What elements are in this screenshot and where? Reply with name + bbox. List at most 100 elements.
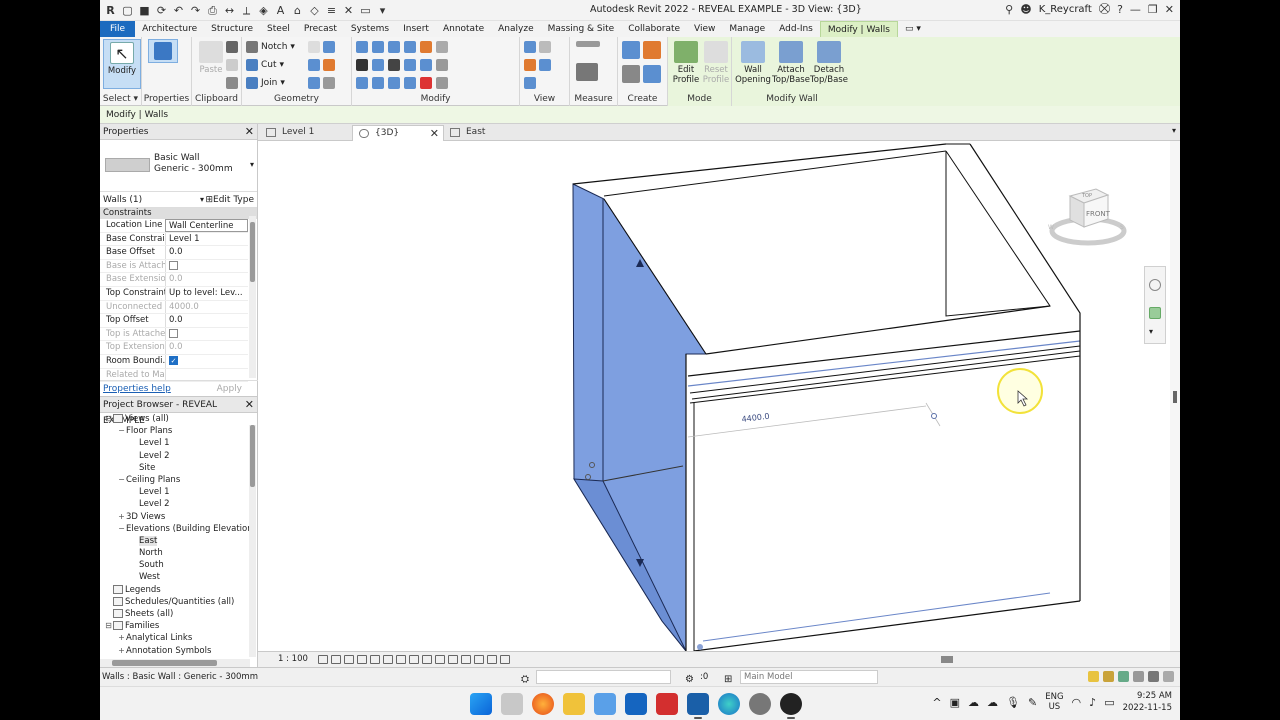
main-model-icon[interactable]: ⊞ bbox=[724, 671, 732, 686]
redo-icon[interactable]: ↷ bbox=[189, 4, 202, 17]
customize-qat-icon[interactable]: ▾ bbox=[376, 4, 389, 17]
tree-toggle-icon[interactable]: + bbox=[117, 511, 126, 523]
tray-app-icon[interactable]: ▣ bbox=[950, 696, 960, 709]
open-icon[interactable]: ▢ bbox=[121, 4, 134, 17]
view-tab-level-1[interactable]: Level 1 bbox=[260, 125, 352, 141]
thin-lines-icon[interactable]: ≡ bbox=[325, 4, 338, 17]
analytical-model-icon[interactable] bbox=[474, 655, 484, 664]
canvas-horizontal-scrollbar[interactable] bbox=[941, 656, 953, 663]
property-row[interactable]: Top Extension...0.0 bbox=[100, 341, 248, 355]
tag-icon[interactable]: ◈ bbox=[257, 4, 270, 17]
property-row[interactable]: Top Offset 0.0 bbox=[100, 314, 248, 328]
binoculars-icon[interactable]: ⚲ bbox=[1005, 3, 1013, 16]
property-checkbox[interactable] bbox=[169, 260, 178, 270]
view-tabs-menu-icon[interactable]: ▾ bbox=[1172, 126, 1176, 135]
canvas-vertical-scrollbar[interactable] bbox=[1170, 141, 1180, 651]
restore-icon[interactable]: ❐ bbox=[1148, 3, 1158, 16]
notch-button[interactable]: Notch ▾ bbox=[246, 41, 295, 53]
browser-node[interactable]: +Annotation Symbols bbox=[100, 645, 250, 657]
nav-dropdown-icon[interactable]: ▾ bbox=[1149, 327, 1153, 339]
cut-button[interactable]: Cut ▾ bbox=[246, 59, 284, 71]
browser-node[interactable]: −Ceiling Plans bbox=[100, 474, 250, 486]
crop-view-icon[interactable] bbox=[396, 655, 406, 664]
property-value[interactable]: 0.0 bbox=[165, 314, 248, 327]
tab-systems[interactable]: Systems bbox=[344, 21, 396, 37]
tab-insert[interactable]: Insert bbox=[396, 21, 436, 37]
property-row[interactable]: Location Line Wall Centerline bbox=[100, 219, 248, 233]
tab-collaborate[interactable]: Collaborate bbox=[621, 21, 687, 37]
browser-node[interactable]: Level 2 bbox=[100, 450, 250, 462]
reveal-hidden-icon[interactable] bbox=[435, 655, 445, 664]
view-tab-close-icon[interactable]: ✕ bbox=[430, 126, 439, 141]
create-tools[interactable] bbox=[622, 41, 661, 59]
browser-node[interactable]: North bbox=[100, 547, 250, 559]
browser-node[interactable]: Legends bbox=[100, 584, 250, 596]
tab-annotate[interactable]: Annotate bbox=[436, 21, 491, 37]
acrobat-icon[interactable] bbox=[656, 693, 678, 715]
browser-node[interactable]: East bbox=[100, 535, 250, 547]
temp-view-props-icon[interactable] bbox=[448, 655, 458, 664]
file-explorer-icon[interactable] bbox=[563, 693, 585, 715]
tab-add-ins[interactable]: Add-Ins bbox=[772, 21, 820, 37]
tab-analyze[interactable]: Analyze bbox=[491, 21, 540, 37]
modify-button[interactable]: ↖ Modify bbox=[103, 39, 141, 89]
steering-wheel-icon[interactable] bbox=[1149, 279, 1161, 291]
browser-node[interactable]: +Analytical Links bbox=[100, 632, 250, 644]
outlook-icon[interactable] bbox=[625, 693, 647, 715]
instance-dropdown-icon[interactable]: ▾ bbox=[200, 192, 204, 208]
join-button[interactable]: Join ▾ bbox=[246, 77, 285, 89]
browser-node[interactable]: ⊟ Families bbox=[100, 620, 250, 632]
workset-field[interactable] bbox=[536, 670, 671, 684]
microphone-icon[interactable]: 🎙 bbox=[1006, 696, 1020, 709]
tab-modify-walls[interactable]: Modify | Walls bbox=[819, 21, 898, 37]
property-row[interactable]: Top Constraint Up to level: Lev... bbox=[100, 286, 248, 301]
property-row[interactable]: Unconnected ...4000.0 bbox=[100, 300, 248, 315]
wifi-icon[interactable]: ◠ bbox=[1072, 696, 1082, 709]
property-value[interactable]: 0.0 bbox=[165, 273, 248, 286]
property-value[interactable]: ✓ bbox=[165, 354, 248, 368]
browser-node[interactable]: ⊟ Views (all) bbox=[100, 413, 250, 425]
view-tab-east[interactable]: East bbox=[444, 125, 536, 141]
tree-toggle-icon[interactable]: + bbox=[117, 645, 126, 657]
pen-icon[interactable]: ✎ bbox=[1028, 696, 1037, 709]
render-icon[interactable] bbox=[370, 655, 380, 664]
start-icon[interactable] bbox=[470, 693, 492, 715]
lock-view-icon[interactable] bbox=[383, 655, 393, 664]
clock[interactable]: 9:25 AM 2022-11-15 bbox=[1123, 690, 1172, 714]
browser-node[interactable]: −Floor Plans bbox=[100, 425, 250, 437]
ribbon-options-icon[interactable]: ▭ ▾ bbox=[898, 21, 928, 37]
tree-toggle-icon[interactable]: + bbox=[117, 632, 126, 644]
tab-structure[interactable]: Structure bbox=[204, 21, 260, 37]
wall-end-grip[interactable] bbox=[697, 644, 703, 650]
browser-node[interactable]: Level 1 bbox=[100, 486, 250, 498]
tree-toggle-icon[interactable]: ⊟ bbox=[104, 620, 113, 632]
print-icon[interactable]: ⎙ bbox=[206, 4, 219, 17]
browser-horizontal-scrollbar[interactable] bbox=[100, 659, 250, 667]
property-row[interactable]: Base Extensio...0.0 bbox=[100, 273, 248, 287]
minimize-icon[interactable]: — bbox=[1130, 3, 1141, 16]
measure-between-icon[interactable] bbox=[576, 41, 600, 47]
type-selector-dropdown-icon[interactable]: ▾ bbox=[250, 160, 254, 169]
worksharing-display-icon[interactable] bbox=[500, 655, 510, 664]
category-constraints[interactable]: Constraints bbox=[100, 208, 257, 219]
undo-icon[interactable]: ↶ bbox=[172, 4, 185, 17]
property-checkbox[interactable] bbox=[169, 328, 178, 338]
aligned-dimension-icon[interactable] bbox=[576, 63, 598, 81]
sun-path-icon[interactable] bbox=[344, 655, 354, 664]
tree-toggle-icon[interactable]: − bbox=[117, 425, 126, 437]
filter-icon[interactable] bbox=[1163, 671, 1174, 682]
task-view-icon[interactable] bbox=[501, 693, 523, 715]
detail-level-icon[interactable] bbox=[318, 655, 328, 664]
select-links-icon[interactable] bbox=[1088, 671, 1099, 682]
property-value[interactable]: 4000.0 bbox=[165, 300, 248, 314]
type-selector[interactable]: Basic Wall Generic - 300mm ▾ bbox=[100, 140, 257, 192]
browser-scrollbar[interactable] bbox=[249, 425, 256, 657]
shadows-icon[interactable] bbox=[357, 655, 367, 664]
select-pinned-icon[interactable] bbox=[1118, 671, 1129, 682]
drag-elements-icon[interactable] bbox=[1148, 671, 1159, 682]
browser-node[interactable]: Schedules/Quantities (all) bbox=[100, 596, 250, 608]
switch-windows-icon[interactable]: ▭ bbox=[359, 4, 372, 17]
geometry-tools[interactable] bbox=[308, 41, 335, 53]
browser-node[interactable]: West bbox=[100, 571, 250, 583]
section-icon[interactable]: ◇ bbox=[308, 4, 321, 17]
